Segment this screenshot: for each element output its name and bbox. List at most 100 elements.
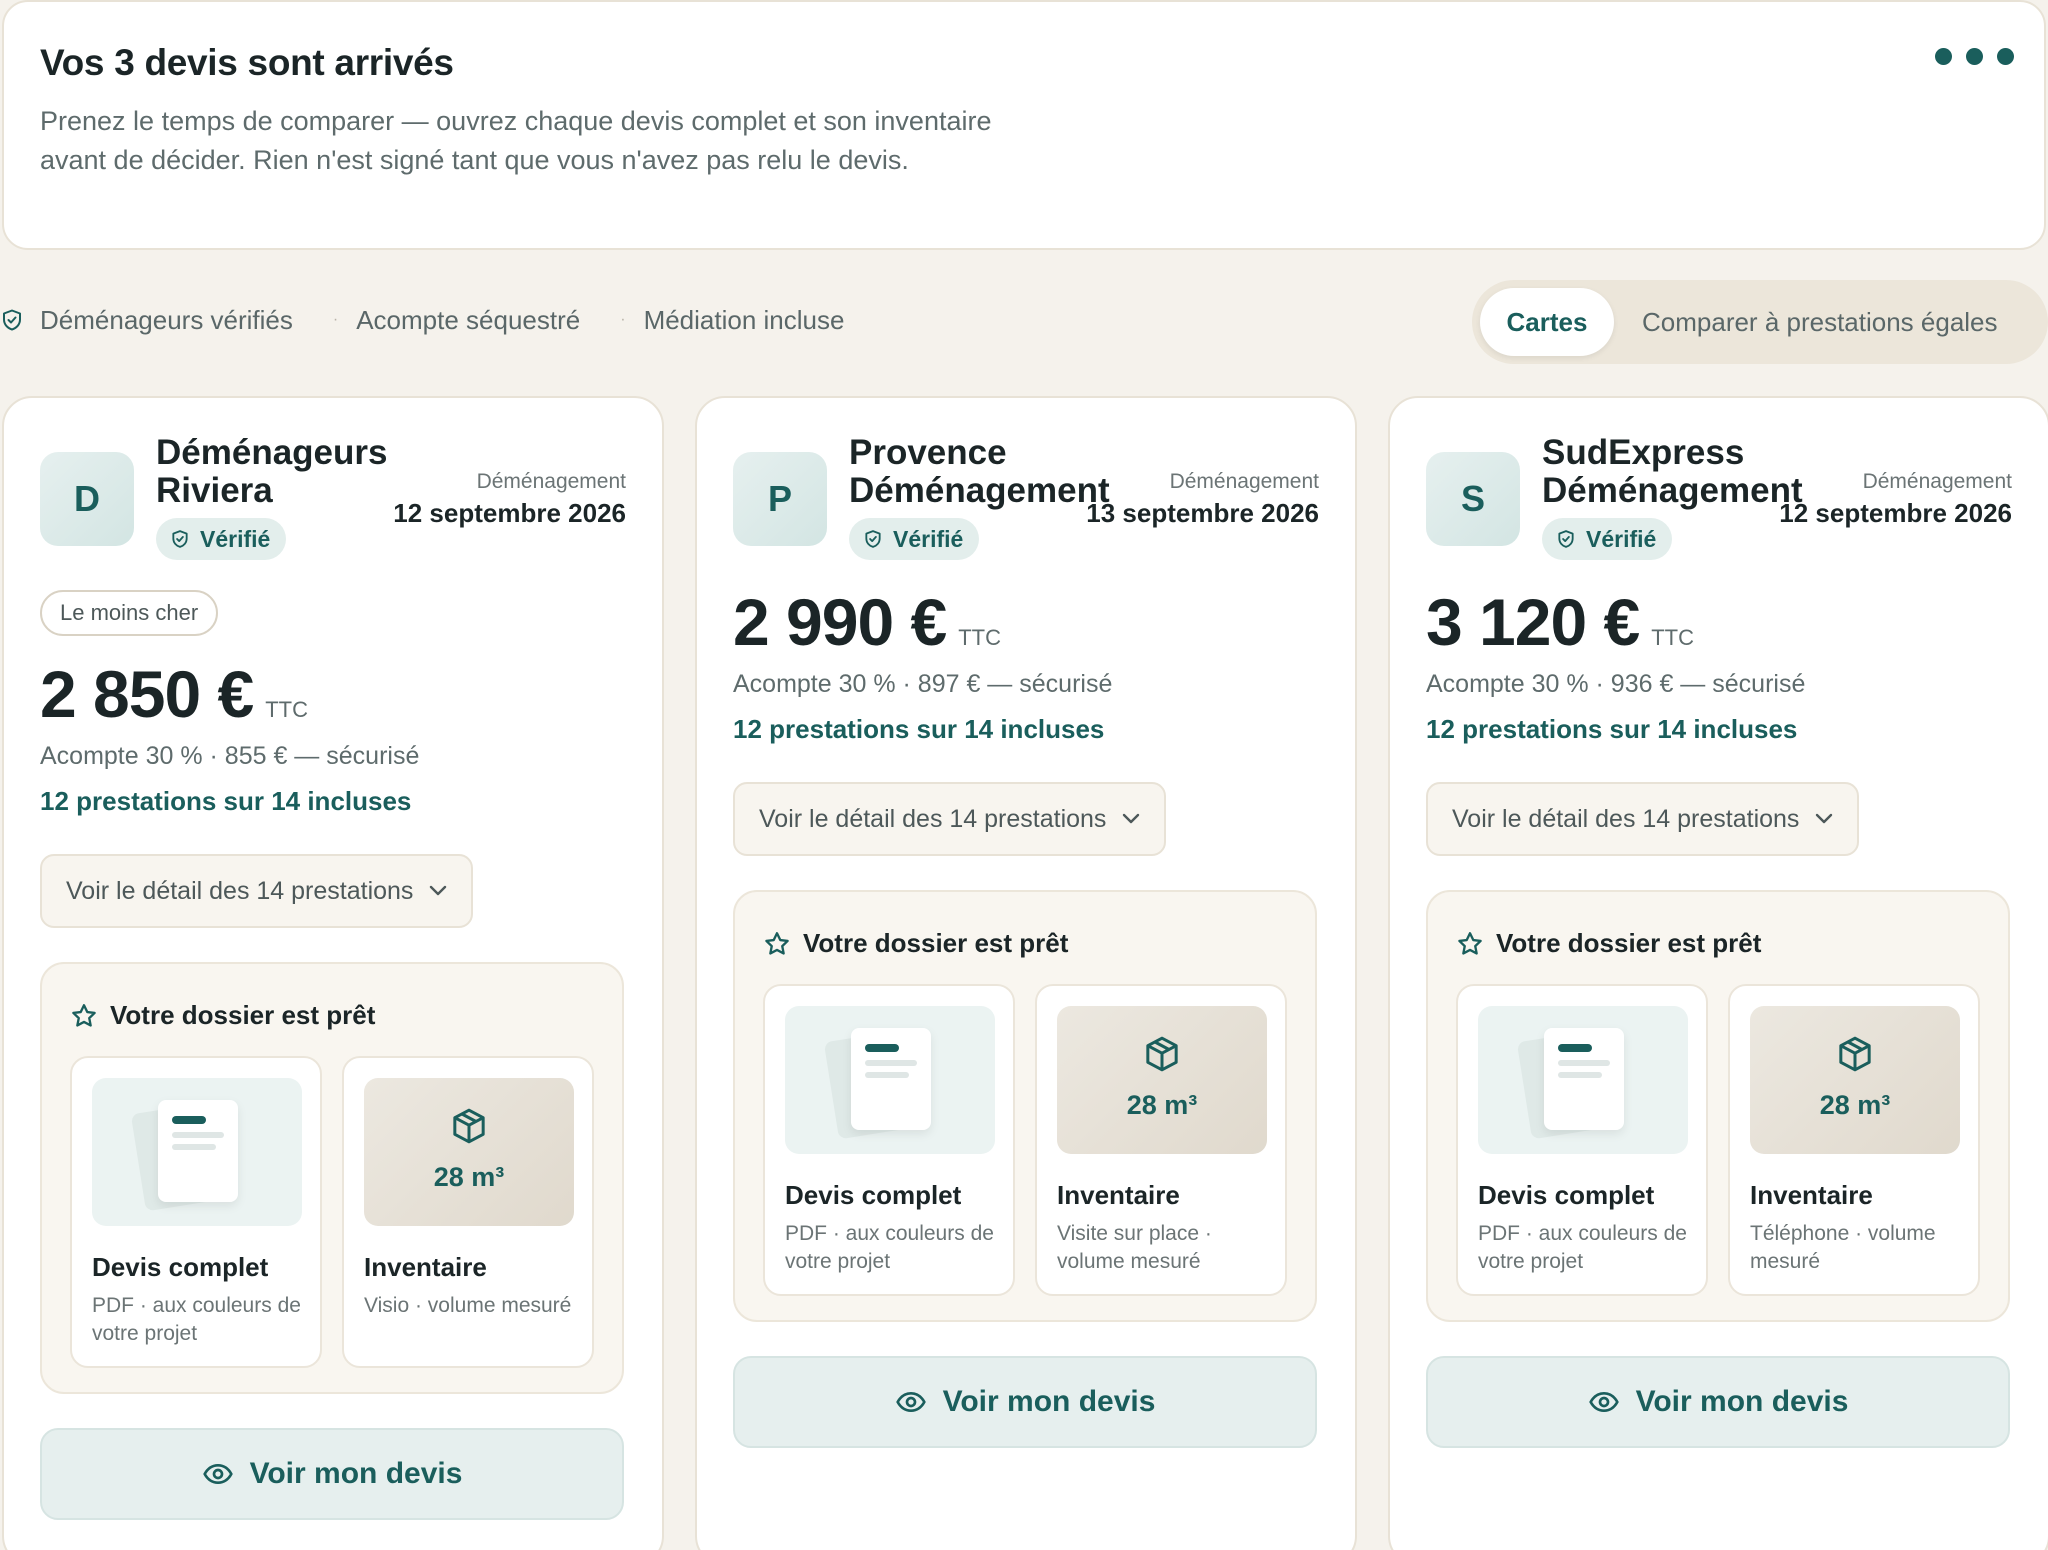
more-dots-icon[interactable] — [1935, 48, 2014, 65]
inventory-volume: 28 m³ — [1819, 1090, 1891, 1120]
trust-item-verified: Déménageurs vérifiés — [0, 305, 293, 336]
tile-title: Devis complet — [785, 1180, 962, 1210]
move-label: Déménagement — [1862, 470, 2012, 493]
verified-label: Vérifié — [1586, 525, 1657, 552]
tile-title: Inventaire — [364, 1252, 487, 1282]
star-icon — [72, 1003, 96, 1027]
dossier-title-label: Votre dossier est prêt — [803, 928, 1069, 958]
toggle-cards[interactable]: Cartes — [1480, 288, 1614, 356]
tile-title: Inventaire — [1750, 1180, 1873, 1210]
inventory-volume: 28 m³ — [1126, 1090, 1198, 1120]
price-row: 2 850 € TTC — [40, 656, 626, 732]
see-quote-button[interactable]: Voir mon devis — [1426, 1356, 2010, 1448]
cube-icon — [453, 1108, 485, 1144]
shield-check-icon — [865, 530, 881, 548]
detail-button[interactable]: Voir le détail des 14 prestations — [40, 854, 474, 928]
see-quote-button[interactable]: Voir mon devis — [733, 1356, 1317, 1448]
price: 2 990 € — [733, 585, 947, 659]
star-icon — [1458, 931, 1482, 955]
inventory-tile[interactable]: 28 m³ Inventaire Téléphone · volume mesu… — [1728, 984, 1980, 1296]
dossier-panel: Votre dossier est prêt Devis complet PDF… — [1426, 890, 2010, 1322]
quote-body: 2 990 € TTC Acompte 30 % · 897 € — sécur… — [733, 584, 1319, 1448]
chevron-down-icon — [1816, 813, 1833, 824]
tile-title: Devis complet — [92, 1252, 269, 1282]
dossier-title-label: Votre dossier est prêt — [110, 1000, 376, 1030]
see-quote-label: Voir mon devis — [942, 1385, 1156, 1418]
trust-label: Acompte séquestré — [356, 304, 581, 335]
quote-body: 3 120 € TTC Acompte 30 % · 936 € — sécur… — [1426, 584, 2012, 1448]
deposit-text: Acompte 30 % · 897 € — sécurisé — [733, 670, 1113, 698]
tile-subtitle: Téléphone · volume mesuré — [1750, 1222, 1936, 1273]
company-avatar: P — [733, 452, 827, 546]
move-date: 12 septembre 2026 — [393, 498, 626, 528]
inventory-tile[interactable]: 28 m³ Inventaire Visite sur place · volu… — [1035, 984, 1287, 1296]
document-thumbnail — [1478, 1006, 1688, 1154]
cube-icon — [1146, 1036, 1178, 1072]
document-thumbnail — [92, 1078, 302, 1226]
verified-badge: Vérifié — [1542, 518, 1673, 560]
dossier-title: Votre dossier est prêt — [763, 928, 1068, 959]
see-quote-button[interactable]: Voir mon devis — [40, 1428, 624, 1520]
full-quote-tile[interactable]: Devis complet PDF · aux couleurs de votr… — [1456, 984, 1708, 1296]
tile-subtitle: Visio · volume mesuré — [364, 1294, 572, 1317]
cheapest-badge: Le moins cher — [40, 590, 219, 636]
toggle-compare[interactable]: Comparer à prestations égales — [1642, 280, 1998, 364]
see-quote-label: Voir mon devis — [249, 1457, 463, 1490]
deposit-text: Acompte 30 % · 936 € — sécurisé — [1426, 670, 1806, 698]
dossier-title: Votre dossier est prêt — [1456, 928, 1761, 959]
detail-button[interactable]: Voir le détail des 14 prestations — [1426, 782, 1860, 856]
verified-label: Vérifié — [200, 525, 271, 552]
document-icon — [1544, 1028, 1624, 1130]
full-quote-tile[interactable]: Devis complet PDF · aux couleurs de votr… — [70, 1056, 322, 1368]
included-services: 12 prestations sur 14 incluses — [1426, 714, 1798, 744]
price: 3 120 € — [1426, 585, 1640, 659]
inventory-tile[interactable]: 28 m³ Inventaire Visio · volume mesuré — [342, 1056, 594, 1368]
trust-separator: · — [332, 311, 339, 328]
move-label: Déménagement — [476, 470, 626, 493]
detail-button-label: Voir le détail des 14 prestations — [66, 876, 414, 905]
price: 2 850 € — [40, 657, 254, 731]
dossier-title-label: Votre dossier est prêt — [1496, 928, 1762, 958]
dot — [1966, 48, 1983, 65]
trust-label: Déménageurs vérifiés — [40, 304, 293, 335]
quote-body: Le moins cher 2 850 € TTC Acompte 30 % ·… — [40, 590, 626, 1520]
document-icon — [158, 1100, 238, 1202]
tile-subtitle: PDF · aux couleurs de votre projet — [92, 1294, 301, 1345]
tile-subtitle: PDF · aux couleurs de votre projet — [1478, 1222, 1687, 1273]
eye-icon — [202, 1464, 233, 1484]
header-card: Vos 3 devis sont arrivés Prenez le temps… — [2, 0, 2046, 250]
detail-button[interactable]: Voir le détail des 14 prestations — [733, 782, 1167, 856]
verified-label: Vérifié — [893, 525, 964, 552]
quote-card: D Déménageurs Riviera Vérifié Déménageme… — [2, 396, 664, 1550]
chevron-down-icon — [430, 885, 447, 896]
verified-badge: Vérifié — [156, 518, 287, 560]
dot — [1997, 48, 2014, 65]
price-row: 3 120 € TTC — [1426, 584, 2012, 660]
company-avatar: S — [1426, 452, 1520, 546]
inventory-volume: 28 m³ — [433, 1162, 505, 1192]
included-services: 12 prestations sur 14 incluses — [733, 714, 1105, 744]
document-icon — [851, 1028, 931, 1130]
full-quote-tile[interactable]: Devis complet PDF · aux couleurs de votr… — [763, 984, 1015, 1296]
included-services: 12 prestations sur 14 incluses — [40, 786, 412, 816]
inventory-thumbnail: 28 m³ — [1750, 1006, 1960, 1154]
quote-card: P Provence Déménagement Vérifié Déménage… — [695, 396, 1357, 1550]
page-subtitle: Prenez le temps de comparer — ouvrez cha… — [40, 106, 992, 175]
trust-item-mediation: Médiation incluse — [644, 305, 845, 336]
dot — [1935, 48, 1952, 65]
tile-title: Devis complet — [1478, 1180, 1655, 1210]
tile-subtitle: PDF · aux couleurs de votre projet — [785, 1222, 994, 1273]
eye-icon — [1588, 1392, 1619, 1412]
see-quote-label: Voir mon devis — [1635, 1385, 1849, 1418]
dossier-panel: Votre dossier est prêt Devis complet PDF… — [40, 962, 624, 1394]
company-avatar: D — [40, 452, 134, 546]
page-title: Vos 3 devis sont arrivés — [40, 42, 454, 83]
trust-separator: · — [620, 311, 626, 328]
price-row: 2 990 € TTC — [733, 584, 1319, 660]
move-date: 12 septembre 2026 — [1779, 498, 2012, 528]
ttc-label: TTC — [265, 697, 308, 722]
shield-check-icon — [1558, 530, 1574, 548]
ttc-label: TTC — [1651, 625, 1694, 650]
dossier-title: Votre dossier est prêt — [70, 1000, 375, 1031]
cube-icon — [1839, 1036, 1871, 1072]
